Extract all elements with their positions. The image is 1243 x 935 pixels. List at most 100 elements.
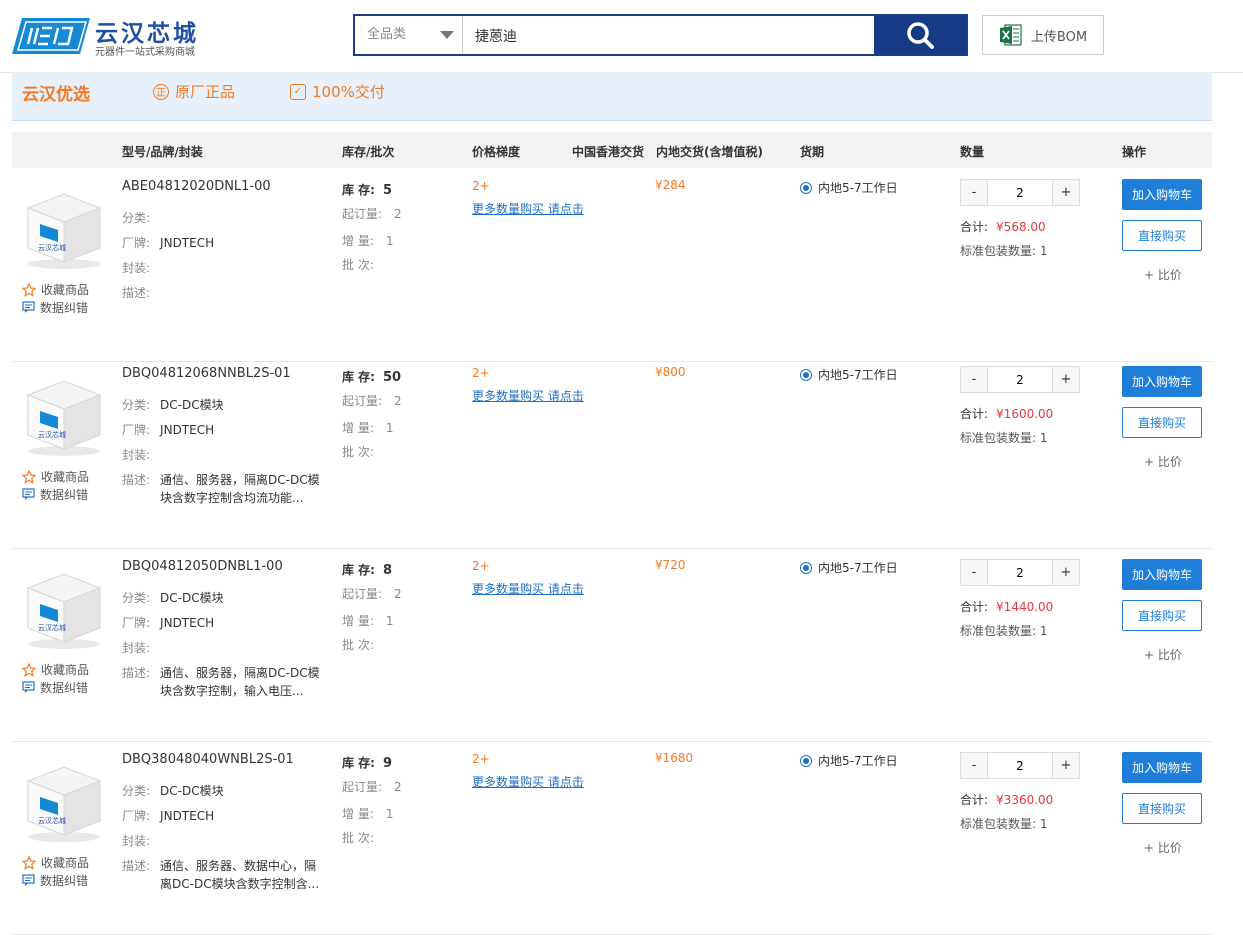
quantity-input[interactable] xyxy=(987,180,1053,205)
more-quantity-link[interactable]: 更多数量购买 请点击 xyxy=(472,580,584,597)
brand-label: 厂牌: xyxy=(122,616,151,630)
increment-field: 增 量: 1 xyxy=(342,419,394,436)
increment-value: 1 xyxy=(385,421,394,435)
increment-button[interactable]: + xyxy=(1053,753,1079,778)
add-to-cart-button[interactable]: 加入购物车 xyxy=(1122,559,1202,590)
radio-selected-icon[interactable] xyxy=(800,181,812,194)
brand-value[interactable]: JNDTECH xyxy=(160,236,214,250)
quantity-input[interactable] xyxy=(987,560,1053,585)
quantity-input[interactable] xyxy=(987,367,1053,392)
decrement-button[interactable]: - xyxy=(961,753,987,778)
description-label: 描述: xyxy=(122,859,151,873)
add-to-cart-button[interactable]: 加入购物车 xyxy=(1122,179,1202,210)
product-image: 云汉芯城 xyxy=(26,380,102,456)
radio-selected-icon[interactable] xyxy=(800,368,812,381)
quantity-input[interactable] xyxy=(987,753,1053,778)
excel-icon xyxy=(999,24,1022,46)
lead-time-option[interactable]: 内地5-7工作日 xyxy=(800,366,898,383)
buy-now-button[interactable]: 直接购买 xyxy=(1122,407,1202,438)
lead-time-option[interactable]: 内地5-7工作日 xyxy=(800,752,898,769)
search-button[interactable] xyxy=(874,16,966,54)
search-input[interactable] xyxy=(465,16,885,56)
compare-price-button[interactable]: + 比价 xyxy=(1144,266,1182,283)
compare-price-button[interactable]: + 比价 xyxy=(1144,453,1182,470)
increment-label: 增 量: xyxy=(342,234,374,248)
mainland-price: ¥800 xyxy=(655,365,686,379)
more-quantity-link[interactable]: 更多数量购买 请点击 xyxy=(472,200,584,217)
description-label: 描述: xyxy=(122,666,151,680)
package-label: 封装: xyxy=(122,261,151,275)
batch-field: 批 次: xyxy=(342,443,386,460)
star-icon xyxy=(22,855,36,870)
increment-field: 增 量: 1 xyxy=(342,232,394,249)
moq-label: 起订量: xyxy=(342,780,383,794)
add-to-cart-button[interactable]: 加入购物车 xyxy=(1122,752,1202,783)
increment-button[interactable]: + xyxy=(1053,560,1079,585)
comment-icon xyxy=(22,301,35,313)
moq-field: 起订量: 2 xyxy=(342,778,402,795)
radio-selected-icon[interactable] xyxy=(800,754,812,767)
header-lead-time: 货期 xyxy=(800,145,825,159)
increment-value: 1 xyxy=(385,614,394,628)
decrement-button[interactable]: - xyxy=(961,180,987,205)
favorite-button[interactable]: 收藏商品 xyxy=(22,661,89,678)
category-label: 分类: xyxy=(122,784,151,798)
part-number[interactable]: ABE04812020DNL1-00 xyxy=(122,179,271,194)
favorite-button[interactable]: 收藏商品 xyxy=(22,854,89,871)
increment-button[interactable]: + xyxy=(1053,367,1079,392)
batch-label: 批 次: xyxy=(342,638,374,652)
logo-subtitle: 元器件一站式采购商城 xyxy=(95,47,195,58)
increment-button[interactable]: + xyxy=(1053,180,1079,205)
compare-price-button[interactable]: + 比价 xyxy=(1144,646,1182,663)
site-header: 云汉芯城 元器件一站式采购商城 全品类 上传BOM xyxy=(0,0,1243,73)
stock-value: 9 xyxy=(382,756,393,771)
batch-label: 批 次: xyxy=(342,831,374,845)
star-icon xyxy=(22,282,36,297)
total-value: ¥1600.00 xyxy=(996,407,1054,421)
buy-now-button[interactable]: 直接购买 xyxy=(1122,220,1202,251)
product-image: 云汉芯城 xyxy=(26,573,102,649)
increment-field: 增 量: 1 xyxy=(342,612,394,629)
favorite-button[interactable]: 收藏商品 xyxy=(22,468,89,485)
part-number[interactable]: DBQ04812050DNBL1-00 xyxy=(122,559,283,574)
favorite-button[interactable]: 收藏商品 xyxy=(22,281,89,298)
mainland-price: ¥284 xyxy=(655,178,686,192)
compare-price-button[interactable]: + 比价 xyxy=(1144,839,1182,856)
more-quantity-link[interactable]: 更多数量购买 请点击 xyxy=(472,387,584,404)
site-logo[interactable]: 云汉芯城 元器件一站式采购商城 xyxy=(12,13,222,59)
more-quantity-link[interactable]: 更多数量购买 请点击 xyxy=(472,773,584,790)
upload-bom-button[interactable]: 上传BOM xyxy=(982,15,1104,55)
part-number[interactable]: DBQ04812068NNBL2S-01 xyxy=(122,366,291,381)
brand-value[interactable]: JNDTECH xyxy=(160,423,214,437)
total-field: 合计: ¥1440.00 xyxy=(960,598,1053,615)
package-field: 封装: xyxy=(122,446,160,463)
buy-now-button[interactable]: 直接购买 xyxy=(1122,793,1202,824)
moq-value: 2 xyxy=(394,394,402,408)
lead-time-label: 内地5-7工作日 xyxy=(818,754,898,768)
brand-value[interactable]: JNDTECH xyxy=(160,616,214,630)
decrement-button[interactable]: - xyxy=(961,560,987,585)
add-to-cart-button[interactable]: 加入购物车 xyxy=(1122,366,1202,397)
lead-time-label: 内地5-7工作日 xyxy=(818,561,898,575)
radio-selected-icon[interactable] xyxy=(800,561,812,574)
batch-field: 批 次: xyxy=(342,256,386,273)
mainland-price: ¥720 xyxy=(655,558,686,572)
report-label: 数据纠错 xyxy=(40,681,89,695)
report-error-button[interactable]: 数据纠错 xyxy=(22,299,88,316)
search-category-select[interactable]: 全品类 xyxy=(355,16,463,54)
decrement-button[interactable]: - xyxy=(961,367,987,392)
badge-label: 100%交付 xyxy=(312,83,385,101)
buy-now-button[interactable]: 直接购买 xyxy=(1122,600,1202,631)
increment-field: 增 量: 1 xyxy=(342,805,394,822)
brand-field: 厂牌: JNDTECH xyxy=(122,421,214,438)
batch-label: 批 次: xyxy=(342,258,374,272)
report-error-button[interactable]: 数据纠错 xyxy=(22,486,88,503)
report-error-button[interactable]: 数据纠错 xyxy=(22,872,88,889)
part-number[interactable]: DBQ38048040WNBL2S-01 xyxy=(122,752,294,767)
category-value: DC-DC模块 xyxy=(160,591,224,605)
brand-value[interactable]: JNDTECH xyxy=(160,809,214,823)
header-actions: 操作 xyxy=(1122,145,1147,159)
lead-time-option[interactable]: 内地5-7工作日 xyxy=(800,559,898,576)
lead-time-option[interactable]: 内地5-7工作日 xyxy=(800,179,898,196)
report-error-button[interactable]: 数据纠错 xyxy=(22,679,88,696)
